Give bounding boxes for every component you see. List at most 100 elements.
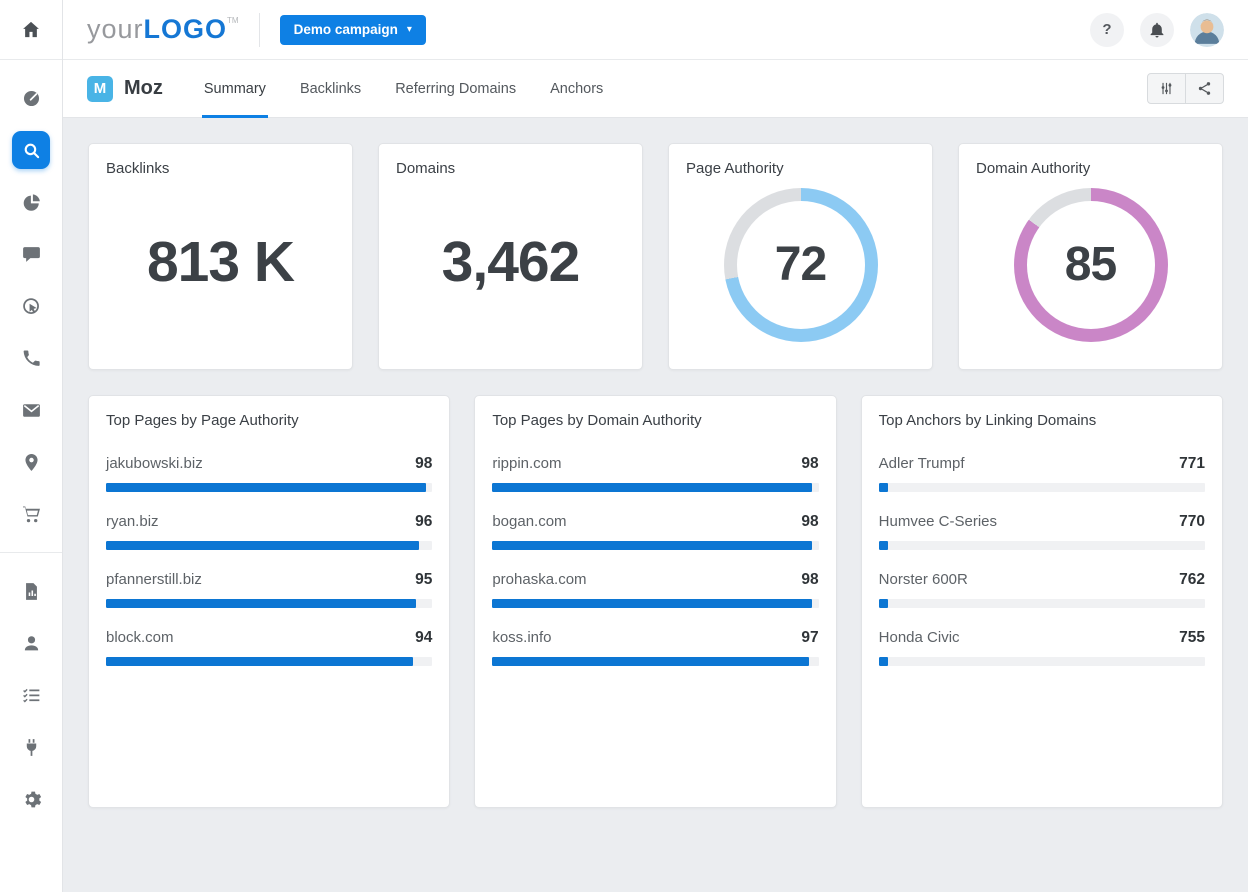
bar-track (106, 599, 432, 608)
item-label: Norster 600R (879, 571, 968, 588)
question-icon: ? (1102, 21, 1111, 38)
stat-card-row: Backlinks 813 K Domains 3,462 Page Autho… (88, 143, 1223, 370)
main-column: your LOGO TM Demo campaign ▾ ? (63, 0, 1248, 892)
sidebar-item-home[interactable] (0, 0, 62, 60)
item-label: Adler Trumpf (879, 455, 965, 472)
list-item: pfannerstill.biz 95 (106, 571, 432, 608)
bar-track (879, 599, 1205, 608)
list-item: Honda Civic 755 (879, 629, 1205, 666)
sidebar-item-settings[interactable] (0, 773, 62, 825)
card-title: Domains (396, 160, 625, 177)
item-value: 755 (1179, 629, 1205, 647)
item-value: 98 (415, 455, 432, 473)
bar-track (879, 541, 1205, 550)
card-title: Top Anchors by Linking Domains (879, 412, 1205, 429)
sidebar-group (0, 552, 62, 837)
sidebar-group (0, 60, 62, 552)
plug-icon (21, 737, 42, 758)
item-label: pfannerstill.biz (106, 571, 202, 588)
card-title: Backlinks (106, 160, 335, 177)
donut-chart: 72 (724, 188, 878, 342)
bar-track (879, 657, 1205, 666)
card-title: Domain Authority (976, 160, 1205, 177)
item-value: 96 (415, 513, 432, 531)
donut-card-page-authority: Page Authority 72 (668, 143, 933, 370)
gear-icon (21, 789, 42, 810)
bar-fill (492, 541, 812, 550)
stat-value: 813 K (89, 144, 352, 369)
email-icon (21, 400, 42, 421)
bar-fill (106, 599, 416, 608)
list-card-top-pages-by-page-authority: Top Pages by Page Authority jakubowski.b… (88, 395, 450, 808)
sidebar-item-reports[interactable] (0, 565, 62, 617)
sidebar-item-analytics[interactable] (0, 176, 62, 228)
list-item: ryan.biz 96 (106, 513, 432, 550)
share-button[interactable] (1185, 73, 1224, 104)
tab-summary[interactable]: Summary (204, 60, 266, 118)
person-icon (21, 633, 42, 654)
item-label: bogan.com (492, 513, 566, 530)
item-label: prohaska.com (492, 571, 586, 588)
item-value: 771 (1179, 455, 1205, 473)
chat-icon (21, 244, 42, 265)
filter-button[interactable] (1147, 73, 1186, 104)
list-item: bogan.com 98 (492, 513, 818, 550)
help-button[interactable]: ? (1090, 13, 1124, 47)
notifications-button[interactable] (1140, 13, 1174, 47)
list-item: rippin.com 98 (492, 455, 818, 492)
sidebar-item-clients[interactable] (0, 617, 62, 669)
item-value: 98 (801, 571, 818, 589)
home-icon (20, 19, 42, 41)
bar-fill (106, 657, 413, 666)
item-label: Humvee C-Series (879, 513, 997, 530)
sidebar-item-email[interactable] (0, 384, 62, 436)
card-title: Top Pages by Page Authority (106, 412, 432, 429)
phone-icon (21, 348, 42, 369)
bar-fill (492, 483, 812, 492)
sidebar-item-ecommerce[interactable] (0, 488, 62, 540)
ads-icon (21, 296, 42, 317)
sidebar-item-local[interactable] (0, 436, 62, 488)
list-item: block.com 94 (106, 629, 432, 666)
donut-value: 72 (775, 237, 826, 292)
app-logo: your LOGO TM (87, 16, 239, 43)
bar-fill (492, 657, 809, 666)
bell-icon (1148, 21, 1166, 39)
moz-logo: M (87, 76, 113, 102)
bar-track (492, 541, 818, 550)
item-label: Honda Civic (879, 629, 960, 646)
campaign-selector-button[interactable]: Demo campaign ▾ (280, 15, 426, 45)
logo-trademark: TM (227, 17, 239, 25)
item-label: block.com (106, 629, 174, 646)
bar-fill (106, 483, 426, 492)
sidebar-item-integrations[interactable] (0, 721, 62, 773)
bar-track (879, 483, 1205, 492)
sidebar-item-search[interactable] (0, 124, 62, 176)
location-icon (21, 452, 42, 473)
list-item: jakubowski.biz 98 (106, 455, 432, 492)
list-item: Humvee C-Series 770 (879, 513, 1205, 550)
sidebar-item-calls[interactable] (0, 332, 62, 384)
donut-chart: 85 (1014, 188, 1168, 342)
logo-name: LOGO (144, 16, 228, 43)
bar-track (492, 599, 818, 608)
list-item: Adler Trumpf 771 (879, 455, 1205, 492)
item-label: koss.info (492, 629, 551, 646)
campaign-selector-label: Demo campaign (294, 22, 398, 37)
sidebar-item-tasks[interactable] (0, 669, 62, 721)
list-card-row: Top Pages by Page Authority jakubowski.b… (88, 395, 1223, 808)
list-card-top-anchors-by-linking-domains: Top Anchors by Linking Domains Adler Tru… (861, 395, 1223, 808)
share-icon (1196, 80, 1213, 97)
bar-track (106, 657, 432, 666)
sidebar-item-ads[interactable] (0, 280, 62, 332)
bar-fill (492, 599, 812, 608)
checklist-icon (21, 685, 42, 706)
sidebar-item-chat[interactable] (0, 228, 62, 280)
topbar-divider (259, 13, 260, 47)
tab-referring-domains[interactable]: Referring Domains (395, 60, 516, 118)
tab-backlinks[interactable]: Backlinks (300, 60, 361, 118)
sidebar-item-dashboard[interactable] (0, 72, 62, 124)
tab-anchors[interactable]: Anchors (550, 60, 603, 118)
user-avatar[interactable] (1190, 13, 1224, 47)
donut-value: 85 (1065, 237, 1116, 292)
